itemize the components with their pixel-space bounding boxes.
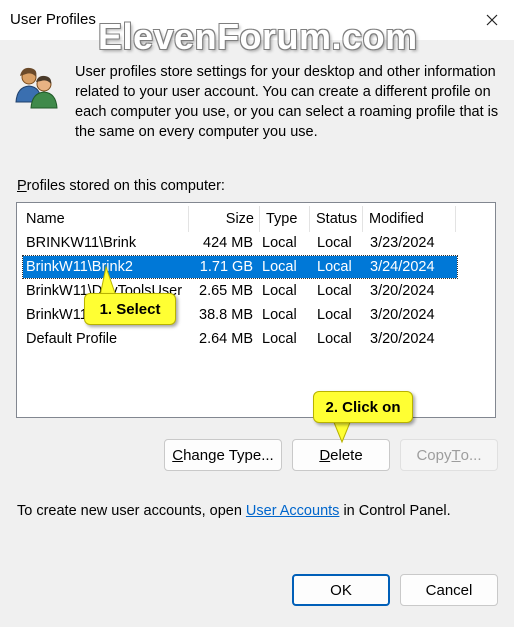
profile-name: BRINKW11\Brink [26,235,137,251]
footer-text: To create new user accounts, open User A… [17,503,451,519]
profiles-label-text: rofiles stored on this computer: [26,178,225,194]
profiles-label: Profiles stored on this computer: [17,178,225,194]
column-separator[interactable] [188,206,189,232]
ok-button[interactable]: OK [292,574,390,606]
profile-modified: 3/20/2024 [370,307,435,323]
accel-letter: D [319,446,331,464]
column-separator[interactable] [455,206,456,232]
profile-name: Default Profile [26,331,118,347]
profile-type: Local [262,331,297,347]
footer-text-after: in Control Panel. [339,503,451,519]
column-header-type[interactable]: Type [266,208,297,230]
column-separator[interactable] [362,206,363,232]
profile-modified: 3/23/2024 [370,235,435,251]
change-type-button[interactable]: Change Type... [164,439,282,471]
close-button[interactable] [472,6,512,34]
profile-size: 2.64 MB [199,331,253,347]
callout-select: 1. Select [84,293,176,325]
profile-status: Local [317,331,352,347]
profile-size: 2.65 MB [199,283,253,299]
watermark: ElevenForum.com [98,16,418,57]
copy-to-button[interactable]: Copy To... [400,439,498,471]
profile-modified: 3/24/2024 [370,259,435,275]
profile-type: Local [262,307,297,323]
accel-letter: P [17,178,27,194]
accel-letter: C [172,446,184,464]
profile-modified: 3/20/2024 [370,283,435,299]
user-accounts-link[interactable]: User Accounts [246,503,340,519]
profile-size: 1.71 GB [199,259,253,275]
column-separator[interactable] [309,206,310,232]
window-title: User Profiles [10,11,96,28]
profile-status: Local [317,259,352,275]
column-separator[interactable] [259,206,260,232]
button-label: elete [330,446,363,464]
profile-modified: 3/20/2024 [370,331,435,347]
intro-text: User profiles store settings for your de… [75,64,499,140]
profile-type: Local [262,283,297,299]
close-icon [486,14,498,26]
profile-type: Local [262,235,297,251]
delete-button[interactable]: Delete [292,439,390,471]
footer-text-before: To create new user accounts, open [17,503,246,519]
accel-letter: T [451,446,461,464]
profile-size: 38.8 MB [199,307,253,323]
table-row[interactable]: BRINKW11\Brink 424 MB Local Local 3/23/2… [23,232,457,254]
table-row[interactable]: Default Profile 2.64 MB Local Local 3/20… [23,328,457,350]
table-row-selected[interactable]: BrinkW11\Brink2 1.71 GB Local Local 3/24… [22,255,458,279]
profile-size: 424 MB [203,235,253,251]
column-header-status[interactable]: Status [316,208,357,230]
profile-status: Local [317,307,352,323]
column-header-size[interactable]: Size [193,208,254,230]
column-header-name[interactable]: Name [26,208,65,230]
button-label: hange Type... [183,446,274,464]
callout-click: 2. Click on [313,391,413,423]
button-label: o... [460,446,482,464]
users-icon [15,67,58,109]
profile-type: Local [262,259,297,275]
profile-status: Local [317,283,352,299]
column-header-modified[interactable]: Modified [369,208,424,230]
cancel-button[interactable]: Cancel [400,574,498,606]
button-label: Copy [416,446,452,464]
profile-status: Local [317,235,352,251]
profile-name: BrinkW11\Brink2 [26,259,133,275]
